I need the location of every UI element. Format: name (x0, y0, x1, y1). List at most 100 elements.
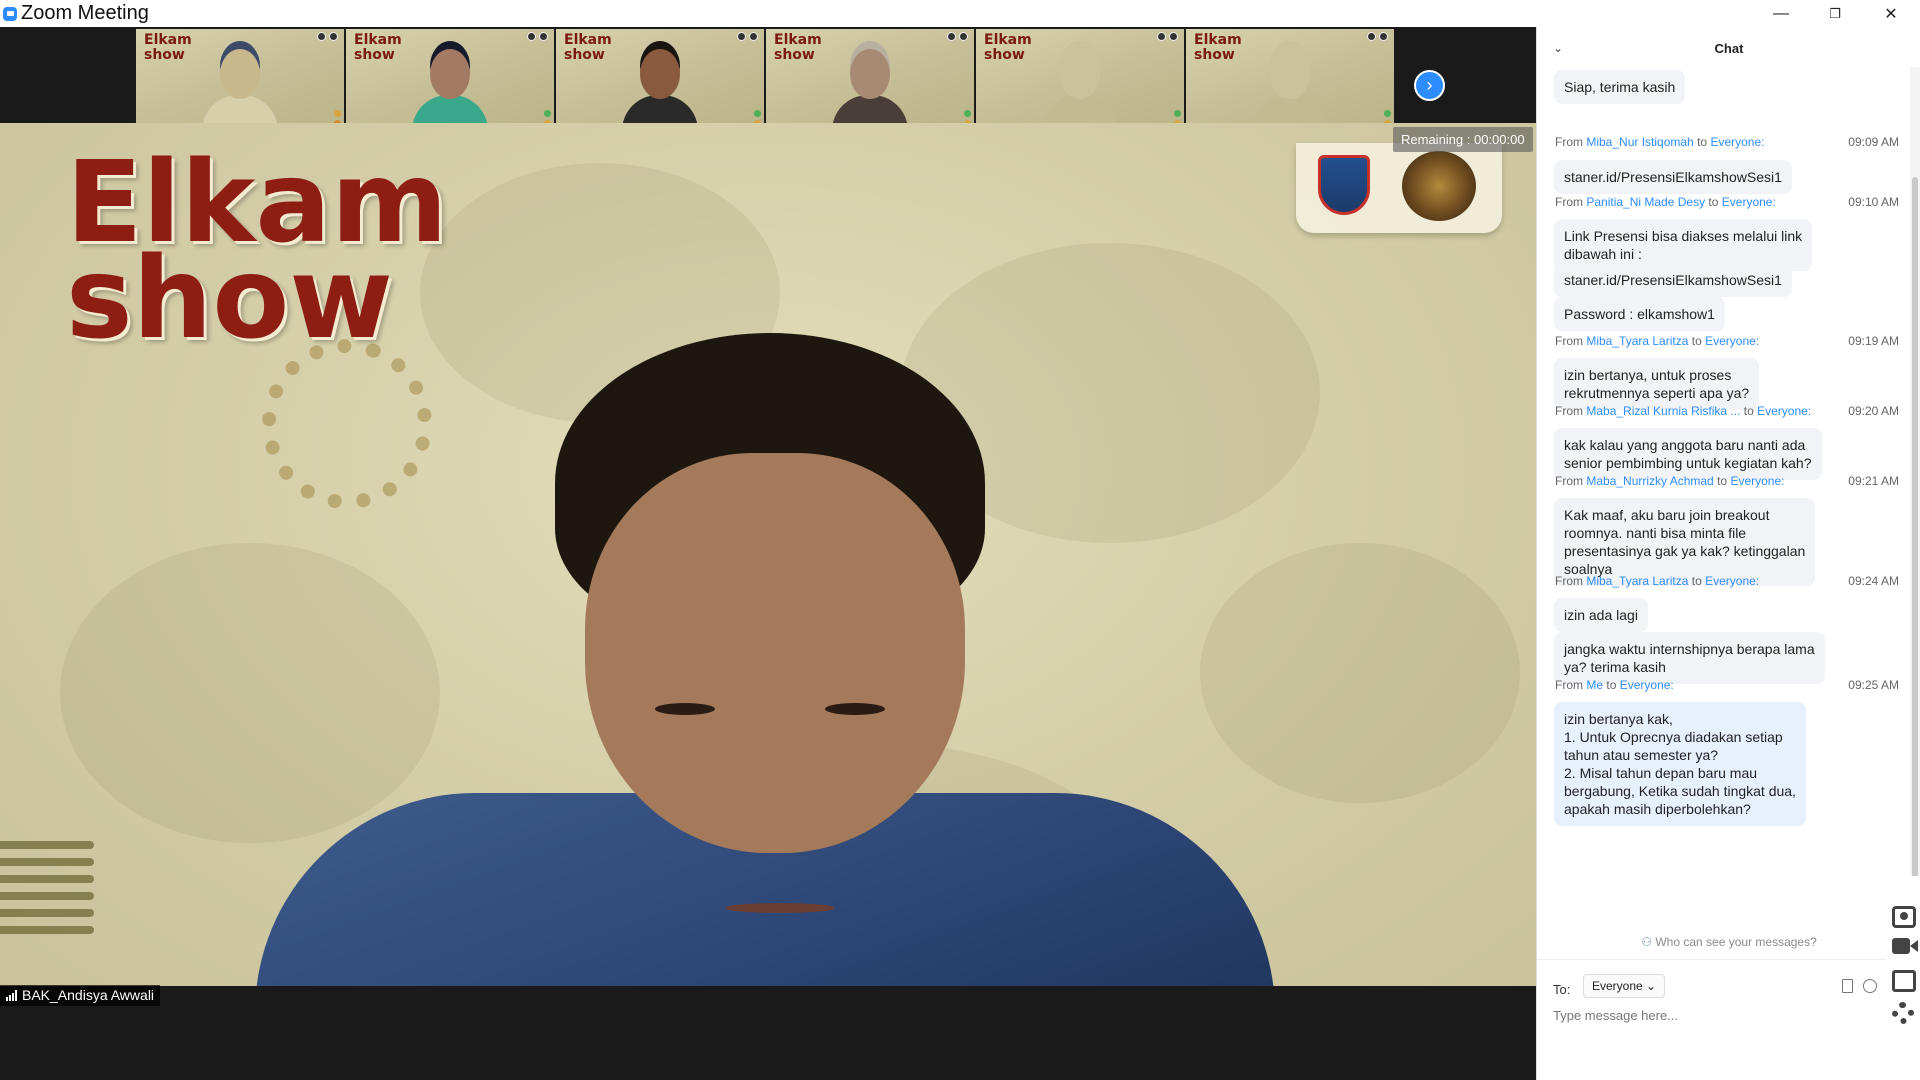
active-speaker-video[interactable]: Elkam show Remaining : 00:00:00 (0, 123, 1536, 986)
to-word: to (1717, 474, 1728, 488)
message-time: 09:25 AM (1848, 678, 1899, 692)
to-word: to (1743, 404, 1754, 418)
from-label: From (1555, 195, 1583, 209)
thumbnail-status-icons (1367, 32, 1388, 41)
from-label: From (1555, 334, 1583, 348)
message-bubble[interactable]: kak kalau yang anggota baru nanti ada se… (1554, 428, 1822, 480)
privacy-link[interactable]: ⚇ Who can see your messages? (1537, 935, 1920, 949)
message-time: 09:10 AM (1848, 195, 1899, 209)
sender-name[interactable]: Miba_Tyara Laritza (1586, 574, 1688, 588)
thumbnail-logo: Elkam show (1194, 32, 1242, 63)
message-header: From Maba_Rizal Kurnia Risfika ... to Ev… (1555, 404, 1899, 418)
message-header: From Miba_Nur Istiqomah to Everyone: 09:0… (1555, 135, 1899, 149)
to-word: to (1691, 574, 1702, 588)
message-bubble[interactable]: Kak maaf, aku baru join breakout roomnya… (1554, 498, 1816, 586)
chat-title: Chat (1714, 41, 1744, 56)
file-icon[interactable] (1842, 979, 1853, 993)
message-time: 09:09 AM (1848, 135, 1899, 149)
thumbnail-logo: Elkam show (774, 32, 822, 63)
recipient-name: Everyone: (1730, 474, 1785, 488)
to-word: to (1708, 195, 1719, 209)
message-bubble[interactable]: izin ada lagi (1554, 598, 1648, 632)
recipient-select[interactable]: Everyone ⌄ (1583, 974, 1666, 998)
signal-strength-icon (6, 990, 17, 1001)
restore-button[interactable]: ❐ (1808, 0, 1862, 27)
video-icon[interactable] (1892, 938, 1910, 954)
message-bubble[interactable]: staner.id/PresensiElkamshowSesi1 (1554, 160, 1792, 194)
round-logo-icon (1402, 151, 1476, 221)
message-bubble[interactable]: Password : elkamshow1 (1554, 297, 1725, 331)
message-header: From Panitia_Ni Made Desy to Everyone: 09… (1555, 195, 1899, 209)
message-bubble[interactable]: jangka waktu internshipnya berapa lama y… (1554, 632, 1825, 684)
gallery-icon[interactable] (1892, 970, 1916, 992)
sender-name[interactable]: Maba_Rizal Kurnia Risfika ... (1586, 404, 1740, 418)
to-word: to (1606, 678, 1617, 692)
thumbnail-logo: Elkam show (564, 32, 612, 63)
message-header: From Miba_Tyara Laritza to Everyone: 09:1… (1555, 334, 1899, 348)
chat-header: ⌄ Chat (1537, 27, 1920, 67)
next-page-button[interactable]: › (1414, 70, 1445, 101)
emoji-icon[interactable] (1863, 979, 1877, 993)
message-time: 09:24 AM (1848, 574, 1899, 588)
from-label: From (1555, 678, 1583, 692)
message-header: From Maba_Nurrizky Achmad to Everyone: 09… (1555, 474, 1899, 488)
speaker-name-label: BAK_Andisya Awwali (0, 985, 161, 1006)
gear-icon[interactable] (1892, 1002, 1914, 1024)
zoom-icon (3, 6, 17, 21)
speaker-figure (255, 333, 1275, 986)
sender-name[interactable]: Panitia_Ni Made Desy (1586, 195, 1705, 209)
thumbnail-logo: Elkam show (984, 32, 1032, 63)
message-bubble[interactable]: Siap, terima kasih (1554, 70, 1686, 104)
sender-name[interactable]: Me (1586, 678, 1603, 692)
elkam-show-logo: Elkam show (66, 138, 448, 364)
thumbnail-status-icons (317, 32, 338, 41)
recipient-name: Everyone: (1705, 334, 1760, 348)
thumbnail-status-icons (737, 32, 758, 41)
thumbnail-status-icons (1157, 32, 1178, 41)
chat-messages[interactable]: Siap, terima kasih From Miba_Nur Istiqoma… (1537, 67, 1920, 937)
message-time: 09:20 AM (1848, 404, 1899, 418)
to-word: to (1697, 135, 1708, 149)
recipient-name: Everyone: (1705, 574, 1760, 588)
stripe-decoration (0, 841, 98, 961)
thumbnail-status-icons (947, 32, 968, 41)
recipient-name: Everyone: (1619, 678, 1674, 692)
message-bubble[interactable]: izin bertanya, untuk proses rekrutmennya… (1554, 358, 1760, 410)
message-bubble[interactable]: staner.id/PresensiElkamshowSesi1 (1554, 263, 1792, 297)
message-input[interactable] (1553, 1004, 1883, 1026)
message-header: From Me to Everyone: 09:25 AM (1555, 678, 1899, 692)
from-label: From (1555, 474, 1583, 488)
recipient-name: Everyone: (1710, 135, 1765, 149)
message-time: 09:19 AM (1848, 334, 1899, 348)
institution-logos (1296, 143, 1502, 233)
sender-name[interactable]: Maba_Nurrizky Achmad (1586, 474, 1713, 488)
thumbnail-status-icons (527, 32, 548, 41)
window-title: Zoom Meeting (21, 2, 149, 24)
floating-toolbar (1886, 876, 1920, 1032)
chat-panel: ⌄ Chat Siap, terima kasih From Miba_Nur I… (1536, 27, 1920, 1080)
title-bar: Zoom Meeting — ❐ ✕ (0, 0, 1920, 27)
remaining-timer: Remaining : 00:00:00 (1393, 127, 1533, 152)
to-word: to (1691, 334, 1702, 348)
sender-name[interactable]: Miba_Tyara Laritza (1586, 334, 1688, 348)
shield-logo-icon (1318, 155, 1370, 215)
message-bubble[interactable]: izin bertanya kak, 1. Untuk Oprecnya dia… (1554, 702, 1806, 826)
thumbnail-logo: Elkam show (354, 32, 402, 63)
from-label: From (1555, 135, 1583, 149)
recipient-name: Everyone: (1757, 404, 1812, 418)
to-label: To: (1553, 982, 1571, 997)
chevron-down-icon: ⌄ (1646, 979, 1657, 993)
from-label: From (1555, 404, 1583, 418)
people-icon: ⚇ (1641, 935, 1652, 949)
close-button[interactable]: ✕ (1864, 0, 1918, 27)
chat-composer: To: Everyone ⌄ (1537, 959, 1920, 1080)
camera-icon[interactable] (1892, 906, 1916, 928)
message-header: From Miba_Tyara Laritza to Everyone: 09:2… (1555, 574, 1899, 588)
recipient-name: Everyone: (1721, 195, 1776, 209)
minimize-button[interactable]: — (1754, 0, 1808, 27)
thumbnail-logo: Elkam show (144, 32, 192, 63)
from-label: From (1555, 574, 1583, 588)
chat-scrollbar[interactable] (1910, 67, 1920, 917)
sender-name[interactable]: Miba_Nur Istiqomah (1586, 135, 1693, 149)
message-time: 09:21 AM (1848, 474, 1899, 488)
